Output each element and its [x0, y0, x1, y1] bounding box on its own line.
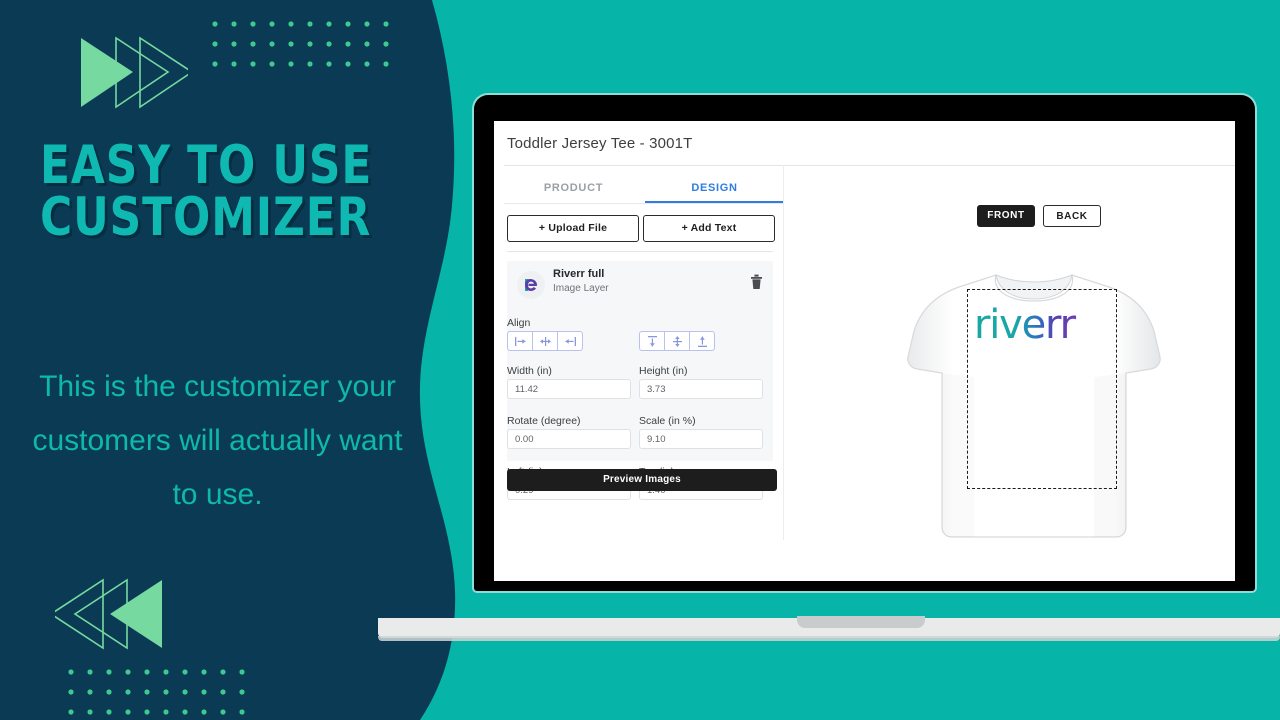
tab-divider [504, 203, 784, 204]
preview-images-button[interactable]: Preview Images [507, 469, 777, 491]
align-vertical-group [639, 331, 715, 351]
tshirt-icon: riverr [904, 261, 1164, 551]
add-text-button[interactable]: + Add Text [643, 215, 775, 242]
trash-icon[interactable] [750, 274, 763, 290]
panel-divider [507, 251, 773, 252]
front-view-button[interactable]: FRONT [977, 205, 1035, 227]
artwork-riverr-logo[interactable]: riverr [974, 306, 1110, 348]
rotate-input[interactable]: 0.00 [507, 429, 631, 449]
title-divider [504, 165, 1235, 166]
field-label-scale: Scale (in %) [639, 415, 696, 427]
layer-type: Image Layer [553, 283, 609, 294]
dot-grid-top [212, 21, 389, 67]
dot-grid-bottom [68, 669, 245, 715]
height-input[interactable]: 3.73 [639, 379, 763, 399]
tab-bar: PRODUCT DESIGN [504, 173, 784, 205]
back-view-button[interactable]: BACK [1043, 205, 1101, 227]
align-label: Align [507, 317, 531, 329]
align-right-icon[interactable] [558, 331, 583, 351]
double-chevron-right-icon [81, 36, 188, 109]
promo-panel: EASY TO USE CUSTOMIZER This is the custo… [0, 0, 430, 720]
headline-line-1: EASY TO USE [40, 135, 373, 196]
headline-line-2: CUSTOMIZER [40, 187, 372, 248]
svg-text:riverr: riverr [974, 306, 1077, 348]
align-center-icon[interactable] [533, 331, 558, 351]
layer-list-item[interactable]: Riverr full Image Layer [507, 261, 773, 310]
upload-file-button[interactable]: + Upload File [507, 215, 639, 242]
tab-design[interactable]: DESIGN [645, 173, 784, 203]
width-input[interactable]: 11.42 [507, 379, 631, 399]
page-title: EASY TO USE CUSTOMIZER [40, 135, 390, 248]
laptop-mockup: Toddler Jersey Tee - 3001T PRODUCT DESIG… [474, 95, 1255, 591]
tab-design-label: DESIGN [691, 182, 738, 194]
product-title: Toddler Jersey Tee - 3001T [507, 135, 693, 152]
tab-product-label: PRODUCT [543, 182, 604, 194]
double-chevron-left-icon [55, 578, 162, 650]
align-bottom-icon[interactable] [690, 331, 715, 351]
laptop-screen: Toddler Jersey Tee - 3001T PRODUCT DESIG… [494, 121, 1235, 581]
laptop-foot [378, 636, 1280, 641]
tab-product[interactable]: PRODUCT [504, 173, 643, 203]
scale-input[interactable]: 9.10 [639, 429, 763, 449]
align-left-icon[interactable] [507, 331, 533, 351]
align-horizontal-group [507, 331, 583, 351]
layer-name: Riverr full [553, 268, 605, 280]
riverr-monogram-icon [517, 271, 545, 299]
align-middle-icon[interactable] [665, 331, 690, 351]
laptop-trackpad-notch [797, 616, 925, 628]
align-top-icon[interactable] [639, 331, 665, 351]
panel-vertical-divider [783, 165, 784, 540]
field-label-rotate: Rotate (degree) [507, 415, 581, 427]
field-label-height: Height (in) [639, 365, 688, 377]
customizer-app: Toddler Jersey Tee - 3001T PRODUCT DESIG… [494, 121, 1235, 581]
field-label-width: Width (in) [507, 365, 552, 377]
promo-subheadline: This is the customizer your customers wi… [32, 370, 403, 511]
